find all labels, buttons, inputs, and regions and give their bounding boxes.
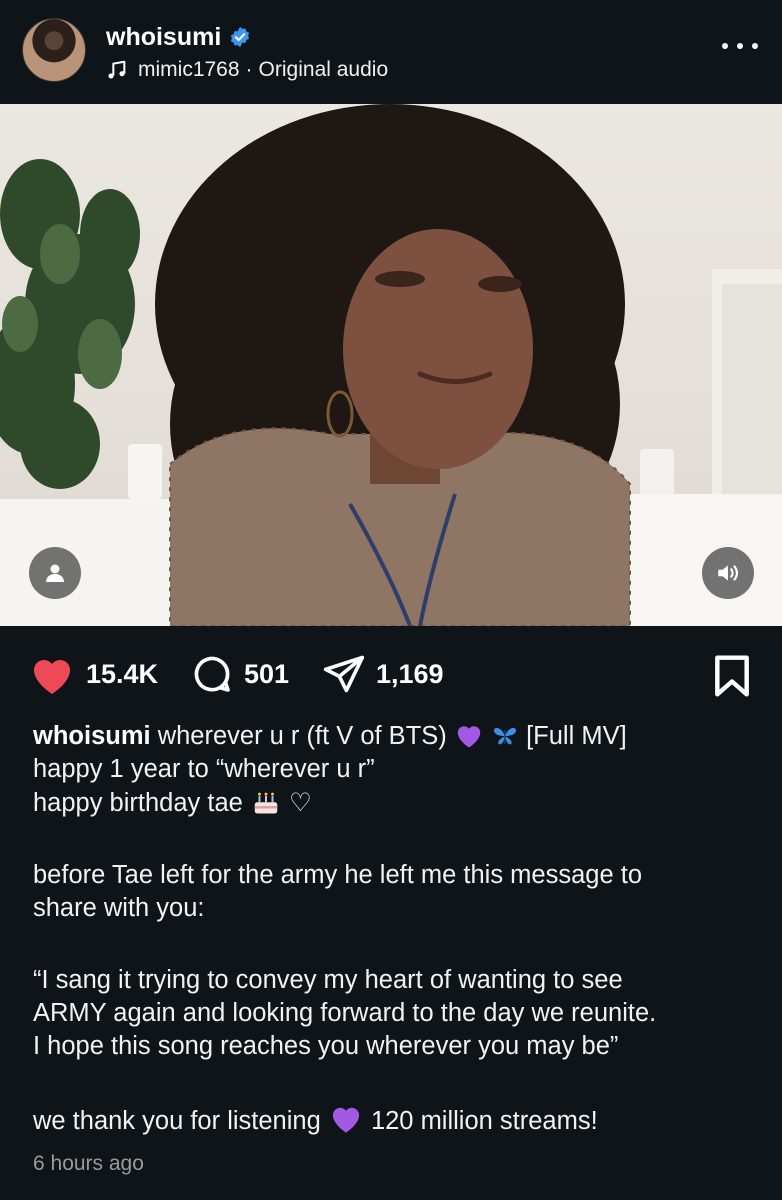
caption-quote-line: I hope this song reaches you wherever yo… xyxy=(33,1032,619,1060)
comment-icon xyxy=(194,656,230,692)
caption-username[interactable]: whoisumi xyxy=(33,722,151,750)
post-header: whoisumi mimic1768 · Original audio xyxy=(0,0,782,104)
share-count[interactable]: 1,169 xyxy=(376,659,444,690)
share-button[interactable]: 1,169 xyxy=(322,652,444,696)
comment-button[interactable]: 501 xyxy=(190,652,289,696)
audio-source[interactable]: mimic1768 xyxy=(138,58,240,82)
post-caption: whoisumi wherever u r (ft V of BTS) [Ful… xyxy=(33,720,753,1138)
user-tag-button[interactable] xyxy=(29,547,81,599)
more-options-icon[interactable] xyxy=(722,36,758,56)
caption-line: whoisumi wherever u r (ft V of BTS) [Ful… xyxy=(33,720,753,753)
caption-quote-line: ARMY again and looking forward to the da… xyxy=(33,999,657,1027)
header-username[interactable]: whoisumi xyxy=(106,23,221,52)
caption-line: we thank you for listening 120 million s… xyxy=(33,1102,753,1138)
post-media[interactable] xyxy=(0,104,782,626)
audio-label[interactable]: Original audio xyxy=(259,58,389,82)
caption-thanks-text: we thank you for listening xyxy=(33,1107,321,1135)
caption-title-suffix: [Full MV] xyxy=(526,722,627,750)
purple-heart-icon xyxy=(332,1107,359,1133)
caption-line: before Tae left for the army he left me … xyxy=(33,861,642,889)
verified-badge-icon xyxy=(231,26,250,48)
like-button[interactable]: 15.4K xyxy=(28,652,158,696)
bookmark-icon xyxy=(715,655,749,697)
caption-birthday-text: happy birthday tae xyxy=(33,789,243,817)
share-icon xyxy=(323,655,365,693)
caption-line: happy birthday tae ♡ xyxy=(33,786,753,820)
caption-title: wherever u r (ft V of BTS) xyxy=(157,722,447,750)
user-tag-icon xyxy=(46,564,64,582)
post-timestamp: 6 hours ago xyxy=(33,1152,144,1175)
purple-heart-icon xyxy=(457,726,481,748)
username-row: whoisumi xyxy=(106,20,251,54)
caption-line: happy 1 year to “wherever u r” xyxy=(33,755,375,783)
like-count[interactable]: 15.4K xyxy=(86,659,158,690)
birthday-cake-icon xyxy=(254,792,278,814)
post-actions-bar: 15.4K 501 1,169 xyxy=(0,640,782,710)
profile-avatar[interactable] xyxy=(22,18,86,82)
butterfly-icon xyxy=(493,727,516,745)
audio-row[interactable]: mimic1768 · Original audio xyxy=(106,56,388,84)
caption-line: share with you: xyxy=(33,894,205,922)
caption-heart-symbol: ♡ xyxy=(289,789,312,817)
volume-button[interactable] xyxy=(702,547,754,599)
caption-quote-line: “I sang it trying to convey my heart of … xyxy=(33,966,623,994)
caption-streams-text: 120 million streams! xyxy=(370,1107,598,1135)
comment-count[interactable]: 501 xyxy=(244,659,289,690)
save-button[interactable] xyxy=(712,654,752,703)
volume-icon xyxy=(718,565,739,581)
heart-icon xyxy=(34,660,70,694)
video-frame-image xyxy=(0,104,782,626)
audio-separator: · xyxy=(245,58,253,81)
music-note-icon xyxy=(108,60,126,79)
